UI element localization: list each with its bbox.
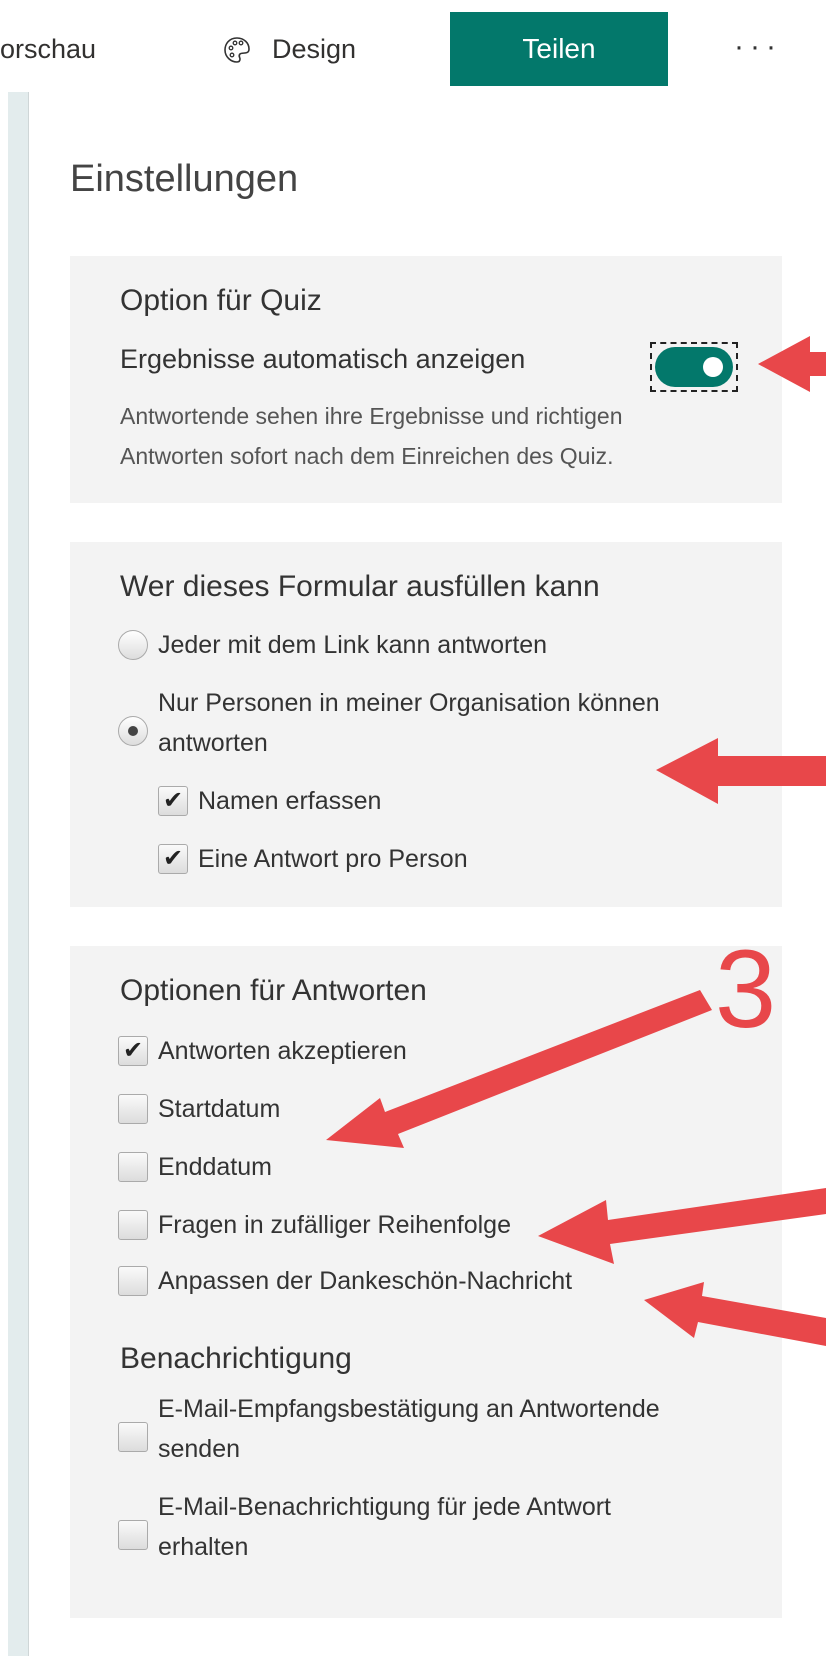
annotation-arrow-1 xyxy=(758,336,826,392)
annotation-arrow-5 xyxy=(644,1282,826,1346)
annotation-arrow-2 xyxy=(656,738,826,804)
annotation-arrow-4 xyxy=(538,1188,826,1264)
annotation-number: 3 xyxy=(715,928,777,1051)
annotation-arrow-3 xyxy=(326,990,712,1148)
annotation-arrows xyxy=(326,336,826,1346)
